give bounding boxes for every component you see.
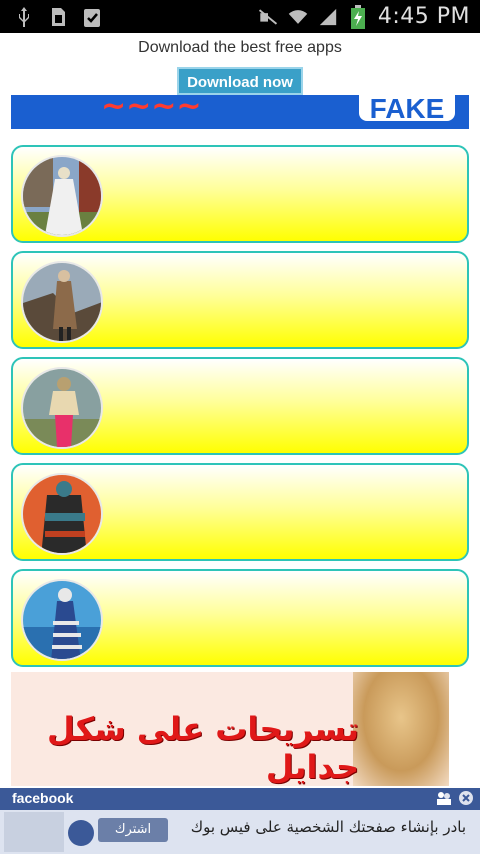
item-thumbnail	[21, 261, 103, 343]
ad-corner-icons	[436, 790, 474, 806]
ad-people-image	[4, 812, 64, 852]
facebook-header: facebook	[0, 788, 480, 810]
banner-logo: FAKE	[359, 95, 455, 124]
braided-hair-image	[353, 672, 449, 786]
list-item[interactable]	[11, 357, 469, 455]
banner-arabic-logo: ~~~~	[101, 95, 202, 124]
facebook-avatar-icon	[68, 820, 94, 846]
facebook-logo: facebook	[12, 790, 74, 806]
mute-icon	[258, 6, 278, 28]
signal-icon	[318, 6, 338, 28]
ad-message: بادر بإنشاء صفحتك الشخصية على فيس بوك	[190, 818, 466, 836]
promo-header[interactable]: Download the best free apps Download now	[0, 33, 480, 95]
item-thumbnail	[21, 579, 103, 661]
clipboard-icon	[82, 6, 102, 28]
wifi-icon	[288, 6, 308, 28]
sim-icon	[48, 6, 68, 28]
system-icons: 4:45 PM	[258, 4, 470, 29]
facebook-ad[interactable]: facebook اشترك بادر بإنشاء صفحتك الشخصية…	[0, 788, 480, 854]
item-thumbnail	[21, 155, 103, 237]
download-now-button[interactable]: Download now	[177, 67, 303, 95]
battery-charging-icon	[348, 4, 368, 29]
list-item[interactable]	[11, 145, 469, 243]
ad-info-icon[interactable]	[458, 790, 474, 806]
subscribe-button[interactable]: اشترك	[98, 818, 168, 842]
hair-braids-banner[interactable]: تسريحات على شكل جدايل	[11, 672, 449, 786]
banner-title: تسريحات على شكل جدايل	[47, 710, 359, 786]
item-thumbnail	[21, 473, 103, 555]
notification-icons	[14, 6, 102, 28]
item-thumbnail	[21, 367, 103, 449]
list-item[interactable]	[11, 463, 469, 561]
usb-icon	[14, 6, 34, 28]
status-bar: 4:45 PM	[0, 0, 480, 33]
clock: 4:45 PM	[377, 4, 470, 29]
promo-text: Download the best free apps	[138, 39, 342, 56]
top-ad-banner[interactable]: ~~~~ FAKE	[11, 95, 469, 129]
list-item[interactable]	[11, 251, 469, 349]
friends-icon	[437, 792, 451, 805]
list-item[interactable]	[11, 569, 469, 667]
